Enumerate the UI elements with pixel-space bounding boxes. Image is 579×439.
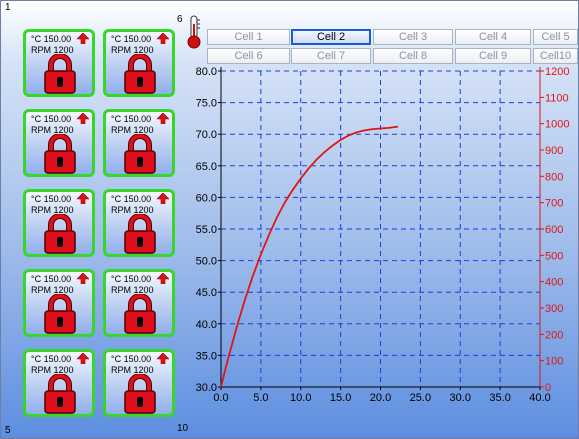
bottom-axis-tick-label: 25.0 [410, 392, 431, 404]
left-axis-tick-label: 60.0 [196, 192, 217, 204]
red-padlock-icon [44, 214, 76, 254]
cell-tile[interactable]: °C 150.00 RPM 1200 [103, 349, 175, 417]
tab-cell-2[interactable]: Cell 2 [291, 29, 371, 45]
right-axis-tick-label: 200 [545, 329, 563, 341]
right-axis-tick-label: 0 [545, 382, 551, 394]
temperature-curve [220, 125, 399, 388]
corner-label-bottom-mid: 10 [177, 423, 189, 434]
cell-tile[interactable]: °C 150.00 RPM 1200 [23, 349, 95, 417]
red-padlock-icon [44, 294, 76, 334]
left-axis-tick-label: 45.0 [196, 287, 217, 299]
app-window: 1 6 5 10 °C 150.00 RPM 1200 °C 150.00 RPM 1… [0, 0, 579, 439]
tab-cell-5[interactable]: Cell 5 [533, 29, 578, 45]
right-axis-tick-label: 300 [545, 303, 563, 315]
corner-label-bottom-left: 5 [5, 425, 11, 436]
red-up-arrow-icon [77, 273, 89, 284]
left-axis-tick-label: 35.0 [196, 350, 217, 362]
red-up-arrow-icon [77, 193, 89, 204]
red-up-arrow-icon [77, 353, 89, 364]
red-up-arrow-icon [77, 33, 89, 44]
tab-cell-3[interactable]: Cell 3 [373, 29, 453, 45]
right-axis-tick-label: 100 [545, 356, 563, 368]
right-axis-tick-label: 600 [545, 224, 563, 236]
tile-temperature: °C 150.00 [31, 194, 72, 204]
tile-temperature: °C 150.00 [111, 34, 152, 44]
tile-temperature: °C 150.00 [111, 114, 152, 124]
left-axis-tick-label: 55.0 [196, 224, 217, 236]
cell-tile[interactable]: °C 150.00 RPM 1200 [23, 189, 95, 257]
red-up-arrow-icon [157, 113, 169, 124]
right-axis-tick-label: 800 [545, 171, 563, 183]
red-padlock-icon [124, 294, 156, 334]
tile-temperature: °C 150.00 [31, 114, 72, 124]
left-axis-tick-label: 80.0 [196, 66, 217, 78]
corner-label-top-left: 1 [5, 2, 11, 13]
red-up-arrow-icon [157, 193, 169, 204]
bottom-axis-tick-label: 30.0 [450, 392, 471, 404]
bottom-axis-tick-label: 5.0 [253, 392, 268, 404]
right-axis-tick-label: 500 [545, 250, 563, 262]
tile-temperature: °C 150.00 [111, 194, 152, 204]
bottom-axis-tick-label: 0.0 [213, 392, 228, 404]
red-up-arrow-icon [77, 113, 89, 124]
red-up-arrow-icon [157, 353, 169, 364]
left-axis-tick-label: 70.0 [196, 129, 217, 141]
tile-temperature: °C 150.00 [111, 354, 152, 364]
red-padlock-icon [44, 54, 76, 94]
red-padlock-icon [124, 54, 156, 94]
tab-cell-1[interactable]: Cell 1 [207, 29, 290, 45]
left-axis-tick-label: 40.0 [196, 319, 217, 331]
red-padlock-icon [44, 134, 76, 174]
red-up-arrow-icon [157, 33, 169, 44]
cell-tile[interactable]: °C 150.00 RPM 1200 [23, 29, 95, 97]
left-axis-tick-label: 75.0 [196, 98, 217, 110]
right-axis-tick-label: 1100 [545, 92, 569, 104]
cell-tile[interactable]: °C 150.00 RPM 1200 [103, 29, 175, 97]
tile-temperature: °C 150.00 [31, 34, 72, 44]
red-padlock-icon [124, 214, 156, 254]
red-up-arrow-icon [157, 273, 169, 284]
right-axis-tick-label: 1000 [545, 119, 569, 131]
right-axis-tick-label: 400 [545, 277, 563, 289]
tile-temperature: °C 150.00 [31, 354, 72, 364]
bottom-axis-tick-label: 15.0 [330, 392, 351, 404]
red-padlock-icon [44, 374, 76, 414]
left-axis-tick-label: 50.0 [196, 256, 217, 268]
cell-tile[interactable]: °C 150.00 RPM 1200 [23, 269, 95, 337]
tile-temperature: °C 150.00 [31, 274, 72, 284]
bottom-axis-tick-label: 35.0 [489, 392, 510, 404]
cell-tile[interactable]: °C 150.00 RPM 1200 [23, 109, 95, 177]
right-axis-tick-label: 700 [545, 198, 563, 210]
red-padlock-icon [124, 134, 156, 174]
cell-tile[interactable]: °C 150.00 RPM 1200 [103, 269, 175, 337]
thermometer-icon [187, 15, 201, 49]
tile-temperature: °C 150.00 [111, 274, 152, 284]
red-padlock-icon [124, 374, 156, 414]
right-axis-tick-label: 1200 [545, 66, 569, 78]
right-axis-tick-label: 900 [545, 145, 563, 157]
tab-cell-4[interactable]: Cell 4 [455, 29, 531, 45]
cell-tile[interactable]: °C 150.00 RPM 1200 [103, 189, 175, 257]
temperature-rpm-chart: 80.0 75.0 70.0 65.0 60.0 55.0 50.0 45.0 40.0 35.0… [196, 66, 570, 404]
bottom-axis-tick-label: 20.0 [370, 392, 391, 404]
bottom-axis-tick-label: 10.0 [290, 392, 311, 404]
cell-tile[interactable]: °C 150.00 RPM 1200 [103, 109, 175, 177]
left-axis-tick-label: 65.0 [196, 161, 217, 173]
corner-label-top-mid: 6 [177, 14, 183, 25]
